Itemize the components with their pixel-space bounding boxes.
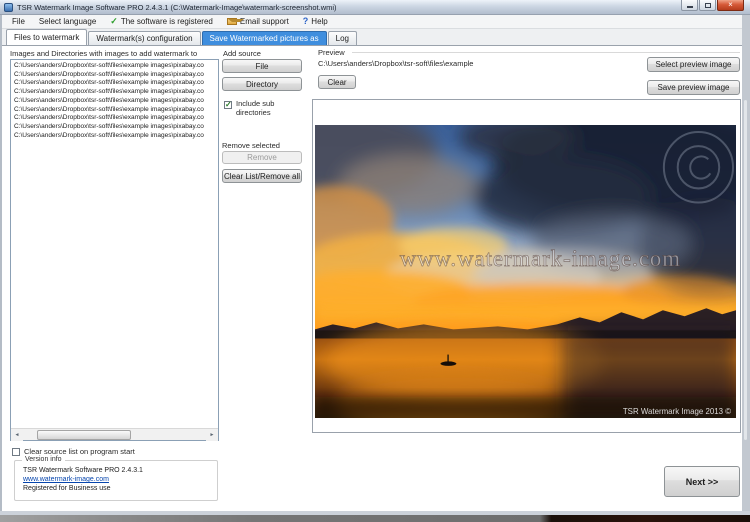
window-border-left (0, 15, 2, 515)
clear-list-button[interactable]: Clear List/Remove all (222, 169, 302, 183)
version-info-group: Version info TSR Watermark Software PRO … (14, 456, 218, 501)
list-item[interactable]: C:\Users\anders\Dropbox\tsr-soft\files\e… (12, 106, 217, 115)
next-button[interactable]: Next >> (664, 466, 740, 497)
list-item[interactable]: C:\Users\anders\Dropbox\tsr-soft\files\e… (12, 123, 217, 132)
list-item[interactable]: C:\Users\anders\Dropbox\tsr-soft\files\e… (12, 114, 217, 123)
clear-on-start-label: Clear source list on program start (24, 447, 135, 456)
preview-image: www.watermark-image.com TSR Watermark Im… (315, 125, 736, 418)
title-bar[interactable]: TSR Watermark Image Software PRO 2.4.3.1… (0, 0, 750, 15)
minimize-button[interactable] (681, 0, 698, 11)
close-button[interactable]: × (717, 0, 744, 11)
website-link[interactable]: www.watermark-image.com (15, 476, 217, 485)
mail-icon (226, 18, 244, 25)
tab-content-divider (2, 45, 742, 46)
scroll-right-icon[interactable]: ► (206, 429, 218, 441)
add-source-label: Add source (223, 49, 261, 58)
preview-panel: www.watermark-image.com TSR Watermark Im… (312, 99, 741, 433)
close-icon: × (728, 0, 733, 9)
clear-preview-button[interactable]: Clear (318, 75, 356, 89)
list-item[interactable]: C:\Users\anders\Dropbox\tsr-soft\files\e… (12, 88, 217, 97)
directory-button[interactable]: Directory (222, 77, 302, 91)
menu-help-label: Help (311, 17, 328, 26)
maximize-button[interactable] (699, 0, 716, 11)
taskbar-strip (0, 515, 750, 522)
file-list[interactable]: C:\Users\anders\Dropbox\tsr-soft\files\e… (10, 59, 219, 441)
file-list-label: Images and Directories with images to ad… (10, 49, 198, 58)
preview-path: C:\Users\anders\Dropbox\tsr-soft\files\e… (318, 59, 474, 68)
file-list-rows: C:\Users\anders\Dropbox\tsr-soft\files\e… (12, 62, 217, 140)
version-license: Registered for Business use (23, 485, 111, 492)
remove-button[interactable]: Remove (222, 151, 302, 164)
clear-on-start-checkbox[interactable] (12, 448, 20, 456)
scroll-left-icon[interactable]: ◄ (11, 429, 23, 441)
tab-watermark-configuration[interactable]: Watermark(s) configuration (88, 31, 201, 45)
menu-email-support-label: Email support (239, 17, 289, 26)
list-item[interactable]: C:\Users\anders\Dropbox\tsr-soft\files\e… (12, 97, 217, 106)
include-subdirectories-label: Include sub directories (236, 99, 275, 117)
minimize-icon (686, 6, 693, 8)
menu-select-language-label: Select language (38, 17, 97, 26)
maximize-icon (704, 2, 711, 8)
help-icon: ? (302, 16, 309, 26)
version-product: TSR Watermark Software PRO 2.4.3.1 (23, 467, 143, 474)
list-item[interactable]: C:\Users\anders\Dropbox\tsr-soft\files\e… (12, 71, 217, 80)
tab-bar: Files to watermark Watermark(s) configur… (2, 29, 742, 45)
window-controls: × (681, 0, 744, 11)
list-item[interactable]: C:\Users\anders\Dropbox\tsr-soft\files\e… (12, 132, 217, 141)
select-preview-image-button[interactable]: Select preview image (647, 57, 740, 72)
menu-bar: File Select language ✓ The software is r… (2, 15, 742, 29)
sunset-photo: www.watermark-image.com TSR Watermark Im… (315, 125, 736, 418)
scrollbar-thumb[interactable] (37, 430, 131, 440)
application-window: TSR Watermark Image Software PRO 2.4.3.1… (0, 0, 750, 522)
app-icon (4, 2, 13, 12)
preview-group-line (352, 52, 740, 53)
file-button[interactable]: File (222, 59, 302, 73)
menu-registered-label: The software is registered (120, 17, 213, 26)
window-border-right-highlight (744, 100, 747, 440)
tab-files-to-watermark[interactable]: Files to watermark (6, 29, 88, 45)
tab-save-watermarked-pictures[interactable]: Save Watermarked pictures as (201, 31, 327, 45)
menu-file-label: File (12, 17, 25, 26)
list-item[interactable]: C:\Users\anders\Dropbox\tsr-soft\files\e… (12, 62, 217, 71)
menu-help[interactable]: ? Help (297, 16, 334, 28)
include-subdirectories-checkbox[interactable] (224, 100, 232, 109)
menu-file[interactable]: File (6, 16, 31, 28)
remove-selected-label: Remove selected (222, 141, 280, 150)
image-watermark-text: www.watermark-image.com (400, 246, 681, 271)
menu-registered[interactable]: ✓ The software is registered (104, 16, 219, 28)
check-icon: ✓ (110, 16, 118, 26)
tab-log[interactable]: Log (327, 31, 357, 45)
list-item[interactable]: C:\Users\anders\Dropbox\tsr-soft\files\e… (12, 79, 217, 88)
preview-group-label: Preview (318, 48, 345, 57)
horizontal-scrollbar[interactable]: ◄ ► (11, 428, 218, 441)
version-info-label: Version info (22, 456, 65, 463)
window-title: TSR Watermark Image Software PRO 2.4.3.1… (17, 2, 337, 12)
menu-email-support[interactable]: Email support (221, 16, 295, 28)
save-preview-image-button[interactable]: Save preview image (647, 80, 740, 95)
image-corner-text: TSR Watermark Image 2013 © (623, 407, 731, 416)
menu-select-language[interactable]: Select language (33, 16, 102, 28)
